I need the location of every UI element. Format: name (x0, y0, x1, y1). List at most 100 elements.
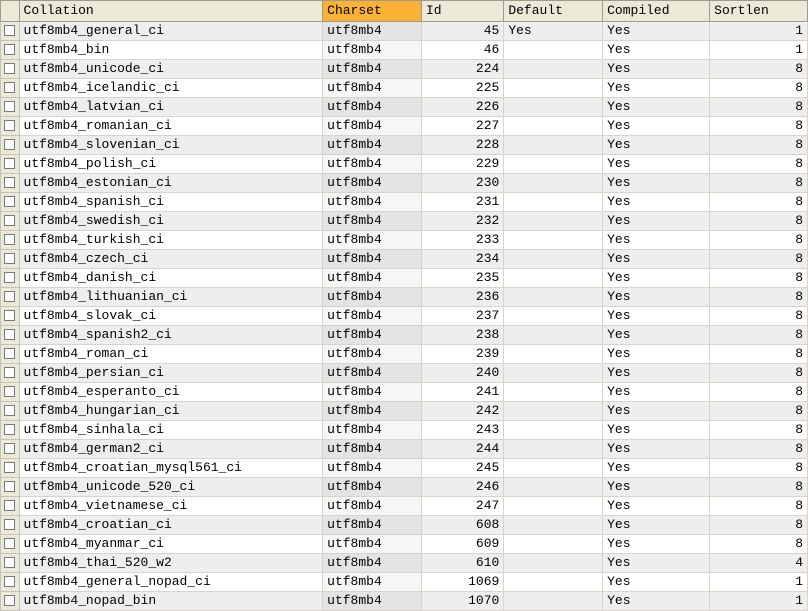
checkbox-icon[interactable] (4, 120, 15, 131)
checkbox-icon[interactable] (4, 44, 15, 55)
select-all-checkbox-header[interactable] (1, 1, 20, 22)
checkbox-icon[interactable] (4, 139, 15, 150)
row-checkbox[interactable] (1, 326, 20, 345)
checkbox-icon[interactable] (4, 158, 15, 169)
row-checkbox[interactable] (1, 440, 20, 459)
checkbox-icon[interactable] (4, 196, 15, 207)
column-header-compiled[interactable]: Compiled (603, 1, 710, 22)
row-checkbox[interactable] (1, 22, 20, 41)
row-checkbox[interactable] (1, 421, 20, 440)
column-header-id[interactable]: Id (421, 1, 503, 22)
checkbox-icon[interactable] (4, 329, 15, 340)
row-checkbox[interactable] (1, 79, 20, 98)
row-checkbox[interactable] (1, 364, 20, 383)
row-checkbox[interactable] (1, 269, 20, 288)
table-row[interactable]: utf8mb4_czech_ciutf8mb4234Yes8 (1, 250, 808, 269)
table-row[interactable]: utf8mb4_thai_520_w2utf8mb4610Yes4 (1, 554, 808, 573)
checkbox-icon[interactable] (4, 462, 15, 473)
table-row[interactable]: utf8mb4_roman_ciutf8mb4239Yes8 (1, 345, 808, 364)
table-row[interactable]: utf8mb4_sinhala_ciutf8mb4243Yes8 (1, 421, 808, 440)
checkbox-icon[interactable] (4, 595, 15, 606)
table-row[interactable]: utf8mb4_myanmar_ciutf8mb4609Yes8 (1, 535, 808, 554)
table-row[interactable]: utf8mb4_general_ciutf8mb445YesYes1 (1, 22, 808, 41)
row-checkbox[interactable] (1, 554, 20, 573)
checkbox-icon[interactable] (4, 101, 15, 112)
checkbox-icon[interactable] (4, 405, 15, 416)
row-checkbox[interactable] (1, 535, 20, 554)
table-row[interactable]: utf8mb4_slovenian_ciutf8mb4228Yes8 (1, 136, 808, 155)
column-header-sortlen[interactable]: Sortlen (710, 1, 808, 22)
table-row[interactable]: utf8mb4_esperanto_ciutf8mb4241Yes8 (1, 383, 808, 402)
checkbox-icon[interactable] (4, 82, 15, 93)
table-row[interactable]: utf8mb4_croatian_mysql561_ciutf8mb4245Ye… (1, 459, 808, 478)
table-row[interactable]: utf8mb4_spanish2_ciutf8mb4238Yes8 (1, 326, 808, 345)
checkbox-icon[interactable] (4, 348, 15, 359)
table-row[interactable]: utf8mb4_binutf8mb446Yes1 (1, 41, 808, 60)
row-checkbox[interactable] (1, 592, 20, 611)
row-checkbox[interactable] (1, 60, 20, 79)
table-row[interactable]: utf8mb4_unicode_520_ciutf8mb4246Yes8 (1, 478, 808, 497)
checkbox-icon[interactable] (4, 500, 15, 511)
row-checkbox[interactable] (1, 516, 20, 535)
row-checkbox[interactable] (1, 497, 20, 516)
row-checkbox[interactable] (1, 478, 20, 497)
table-row[interactable]: utf8mb4_hungarian_ciutf8mb4242Yes8 (1, 402, 808, 421)
checkbox-icon[interactable] (4, 291, 15, 302)
table-row[interactable]: utf8mb4_vietnamese_ciutf8mb4247Yes8 (1, 497, 808, 516)
table-row[interactable]: utf8mb4_persian_ciutf8mb4240Yes8 (1, 364, 808, 383)
table-row[interactable]: utf8mb4_danish_ciutf8mb4235Yes8 (1, 269, 808, 288)
row-checkbox[interactable] (1, 307, 20, 326)
checkbox-icon[interactable] (4, 310, 15, 321)
checkbox-icon[interactable] (4, 272, 15, 283)
row-checkbox[interactable] (1, 117, 20, 136)
checkbox-icon[interactable] (4, 424, 15, 435)
table-row[interactable]: utf8mb4_spanish_ciutf8mb4231Yes8 (1, 193, 808, 212)
checkbox-icon[interactable] (4, 481, 15, 492)
table-row[interactable]: utf8mb4_swedish_ciutf8mb4232Yes8 (1, 212, 808, 231)
column-header-collation[interactable]: Collation (19, 1, 323, 22)
table-row[interactable]: utf8mb4_romanian_ciutf8mb4227Yes8 (1, 117, 808, 136)
table-row[interactable]: utf8mb4_german2_ciutf8mb4244Yes8 (1, 440, 808, 459)
table-row[interactable]: utf8mb4_unicode_ciutf8mb4224Yes8 (1, 60, 808, 79)
checkbox-icon[interactable] (4, 519, 15, 530)
row-checkbox[interactable] (1, 193, 20, 212)
row-checkbox[interactable] (1, 345, 20, 364)
row-checkbox[interactable] (1, 250, 20, 269)
checkbox-icon[interactable] (4, 215, 15, 226)
checkbox-icon[interactable] (4, 443, 15, 454)
row-checkbox[interactable] (1, 231, 20, 250)
table-row[interactable]: utf8mb4_general_nopad_ciutf8mb41069Yes1 (1, 573, 808, 592)
checkbox-icon[interactable] (4, 25, 15, 36)
column-header-charset[interactable]: Charset (323, 1, 422, 22)
checkbox-icon[interactable] (4, 253, 15, 264)
row-checkbox[interactable] (1, 402, 20, 421)
checkbox-icon[interactable] (4, 367, 15, 378)
checkbox-icon[interactable] (4, 177, 15, 188)
table-row[interactable]: utf8mb4_slovak_ciutf8mb4237Yes8 (1, 307, 808, 326)
checkbox-icon[interactable] (4, 576, 15, 587)
table-row[interactable]: utf8mb4_polish_ciutf8mb4229Yes8 (1, 155, 808, 174)
checkbox-icon[interactable] (4, 386, 15, 397)
row-checkbox[interactable] (1, 41, 20, 60)
checkbox-icon[interactable] (4, 234, 15, 245)
column-header-default[interactable]: Default (504, 1, 603, 22)
checkbox-icon[interactable] (4, 538, 15, 549)
row-checkbox[interactable] (1, 459, 20, 478)
row-checkbox[interactable] (1, 212, 20, 231)
table-row[interactable]: utf8mb4_estonian_ciutf8mb4230Yes8 (1, 174, 808, 193)
table-row[interactable]: utf8mb4_lithuanian_ciutf8mb4236Yes8 (1, 288, 808, 307)
checkbox-icon[interactable] (4, 557, 15, 568)
table-row[interactable]: utf8mb4_turkish_ciutf8mb4233Yes8 (1, 231, 808, 250)
row-checkbox[interactable] (1, 288, 20, 307)
row-checkbox[interactable] (1, 174, 20, 193)
table-row[interactable]: utf8mb4_nopad_binutf8mb41070Yes1 (1, 592, 808, 611)
row-checkbox[interactable] (1, 573, 20, 592)
table-row[interactable]: utf8mb4_croatian_ciutf8mb4608Yes8 (1, 516, 808, 535)
row-checkbox[interactable] (1, 383, 20, 402)
table-row[interactable]: utf8mb4_latvian_ciutf8mb4226Yes8 (1, 98, 808, 117)
row-checkbox[interactable] (1, 98, 20, 117)
table-row[interactable]: utf8mb4_icelandic_ciutf8mb4225Yes8 (1, 79, 808, 98)
row-checkbox[interactable] (1, 155, 20, 174)
checkbox-icon[interactable] (4, 63, 15, 74)
row-checkbox[interactable] (1, 136, 20, 155)
